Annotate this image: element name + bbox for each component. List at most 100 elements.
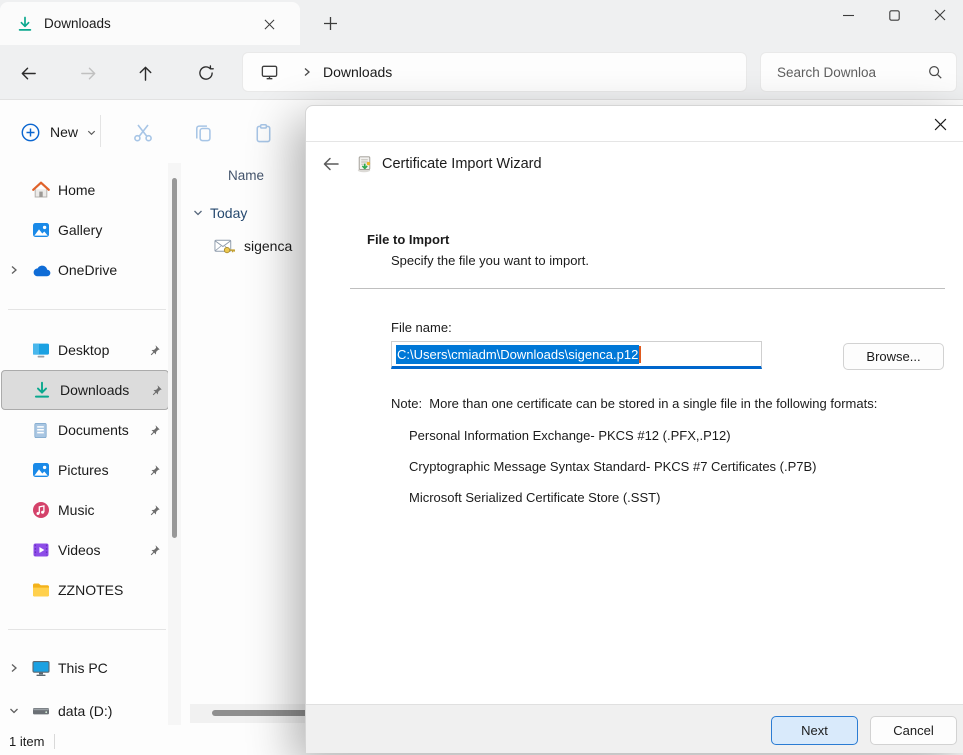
pin-icon bbox=[148, 464, 162, 477]
wizard-back-button[interactable] bbox=[319, 152, 343, 176]
sidebar-item-label: Music bbox=[58, 502, 95, 518]
dialog-footer: Next Cancel bbox=[306, 704, 963, 753]
sidebar-item-label: This PC bbox=[58, 660, 108, 676]
desktop-icon bbox=[31, 340, 52, 360]
sidebar-item-music[interactable]: Music bbox=[0, 490, 168, 530]
download-icon bbox=[33, 381, 54, 399]
sidebar-item-label: ZZNOTES bbox=[58, 582, 123, 598]
this-pc-icon bbox=[31, 658, 52, 678]
sidebar-item-label: data (D:) bbox=[58, 703, 112, 719]
videos-icon bbox=[31, 540, 52, 560]
next-button[interactable]: Next bbox=[771, 716, 858, 745]
sidebar-item-label: OneDrive bbox=[58, 262, 117, 278]
new-tab-button[interactable] bbox=[318, 11, 342, 35]
file-name-input[interactable]: C:\Users\cmiadm\Downloads\sigenca.p12 bbox=[391, 341, 762, 369]
horizontal-scrollbar-thumb[interactable] bbox=[212, 710, 308, 716]
certificate-wizard-icon bbox=[355, 155, 373, 173]
dialog-title-bar bbox=[306, 106, 963, 141]
sidebar-item-data-d[interactable]: data (D:) bbox=[0, 691, 168, 731]
format-line-sst: Microsoft Serialized Certificate Store (… bbox=[409, 490, 660, 505]
navigation-pane: Home Gallery OneDrive Desktop bbox=[0, 161, 182, 728]
screen: Downloads bbox=[0, 0, 963, 755]
dialog-close-button[interactable] bbox=[920, 112, 960, 136]
search-icon[interactable] bbox=[927, 64, 943, 80]
certificate-file-icon bbox=[214, 236, 236, 256]
search-input[interactable]: Search Downloa bbox=[760, 52, 957, 92]
copy-button[interactable] bbox=[190, 120, 216, 146]
up-button[interactable] bbox=[134, 62, 156, 84]
next-button-label: Next bbox=[801, 723, 828, 738]
documents-icon bbox=[31, 421, 52, 440]
sidebar-item-downloads[interactable]: Downloads bbox=[1, 370, 169, 410]
chevron-down-icon[interactable] bbox=[192, 207, 204, 219]
close-button[interactable] bbox=[917, 0, 963, 30]
sidebar-item-gallery[interactable]: Gallery bbox=[0, 210, 168, 250]
sidebar-item-label: Home bbox=[58, 182, 95, 198]
column-header-name[interactable]: Name bbox=[228, 168, 264, 183]
sidebar-scrollbar-thumb[interactable] bbox=[172, 178, 177, 538]
sidebar-item-label: Videos bbox=[58, 542, 101, 558]
plus-circle-icon bbox=[20, 122, 41, 143]
sidebar-item-label: Pictures bbox=[58, 462, 109, 478]
sidebar-item-label: Documents bbox=[58, 422, 129, 438]
dialog-title: Certificate Import Wizard bbox=[382, 156, 542, 172]
download-icon bbox=[17, 16, 33, 32]
breadcrumb-chevron-icon bbox=[301, 66, 313, 78]
file-row-sigenca[interactable]: sigenca bbox=[214, 236, 292, 256]
sidebar-item-zznotes[interactable]: ZZNOTES bbox=[0, 570, 168, 610]
sidebar-item-onedrive[interactable]: OneDrive bbox=[0, 250, 168, 290]
file-name-label: File name: bbox=[391, 320, 452, 335]
pictures-icon bbox=[31, 460, 52, 480]
forward-button[interactable] bbox=[77, 62, 99, 84]
browse-button[interactable]: Browse... bbox=[843, 343, 944, 370]
refresh-button[interactable] bbox=[195, 62, 217, 84]
browse-button-label: Browse... bbox=[866, 349, 920, 364]
wizard-header: Certificate Import Wizard bbox=[306, 141, 963, 185]
cancel-button[interactable]: Cancel bbox=[870, 716, 957, 745]
navigation-bar: Downloads Search Downloa bbox=[0, 45, 963, 100]
format-line-pkcs12: Personal Information Exchange- PKCS #12 … bbox=[409, 428, 731, 443]
sidebar-item-label: Gallery bbox=[58, 222, 102, 238]
new-button-label: New bbox=[50, 124, 78, 140]
gallery-icon bbox=[31, 220, 52, 240]
pin-icon bbox=[148, 504, 162, 517]
cut-button[interactable] bbox=[130, 120, 156, 146]
sidebar-item-home[interactable]: Home bbox=[0, 170, 168, 210]
tab-close-icon[interactable] bbox=[258, 13, 280, 35]
chevron-right-icon[interactable] bbox=[8, 662, 22, 674]
sidebar-item-desktop[interactable]: Desktop bbox=[0, 330, 168, 370]
section-subtitle: Specify the file you want to import. bbox=[391, 253, 589, 268]
note-text: Note: More than one certificate can be s… bbox=[391, 396, 877, 411]
breadcrumb[interactable]: Downloads bbox=[242, 52, 747, 92]
chevron-right-icon[interactable] bbox=[8, 264, 22, 276]
cancel-button-label: Cancel bbox=[893, 723, 933, 738]
drive-icon bbox=[31, 701, 52, 721]
tab-downloads[interactable]: Downloads bbox=[0, 2, 300, 45]
sidebar-item-pictures[interactable]: Pictures bbox=[0, 450, 168, 490]
sidebar-divider bbox=[8, 309, 166, 310]
section-divider bbox=[350, 288, 945, 289]
certificate-import-wizard-dialog: Certificate Import Wizard File to Import… bbox=[305, 105, 963, 752]
maximize-button[interactable] bbox=[871, 0, 917, 30]
sidebar-item-label: Downloads bbox=[60, 382, 129, 398]
sidebar-item-label: Desktop bbox=[58, 342, 109, 358]
sidebar-item-videos[interactable]: Videos bbox=[0, 530, 168, 570]
group-label: Today bbox=[210, 205, 247, 221]
breadcrumb-item-downloads[interactable]: Downloads bbox=[323, 64, 392, 80]
this-pc-icon[interactable] bbox=[260, 63, 279, 82]
back-button[interactable] bbox=[17, 62, 39, 84]
onedrive-icon bbox=[31, 263, 52, 278]
sidebar-item-documents[interactable]: Documents bbox=[0, 410, 168, 450]
folder-icon bbox=[31, 580, 52, 600]
minimize-button[interactable] bbox=[825, 0, 871, 30]
text-caret bbox=[639, 346, 641, 363]
tab-bar: Downloads bbox=[0, 0, 963, 45]
status-divider bbox=[54, 734, 55, 749]
pin-icon bbox=[148, 344, 162, 357]
sidebar-item-this-pc[interactable]: This PC bbox=[0, 648, 168, 688]
chevron-down-icon[interactable] bbox=[8, 705, 22, 717]
new-button[interactable]: New bbox=[10, 115, 107, 149]
sidebar-divider bbox=[8, 629, 166, 630]
paste-button[interactable] bbox=[250, 120, 276, 146]
group-header-today[interactable]: Today bbox=[192, 205, 247, 221]
